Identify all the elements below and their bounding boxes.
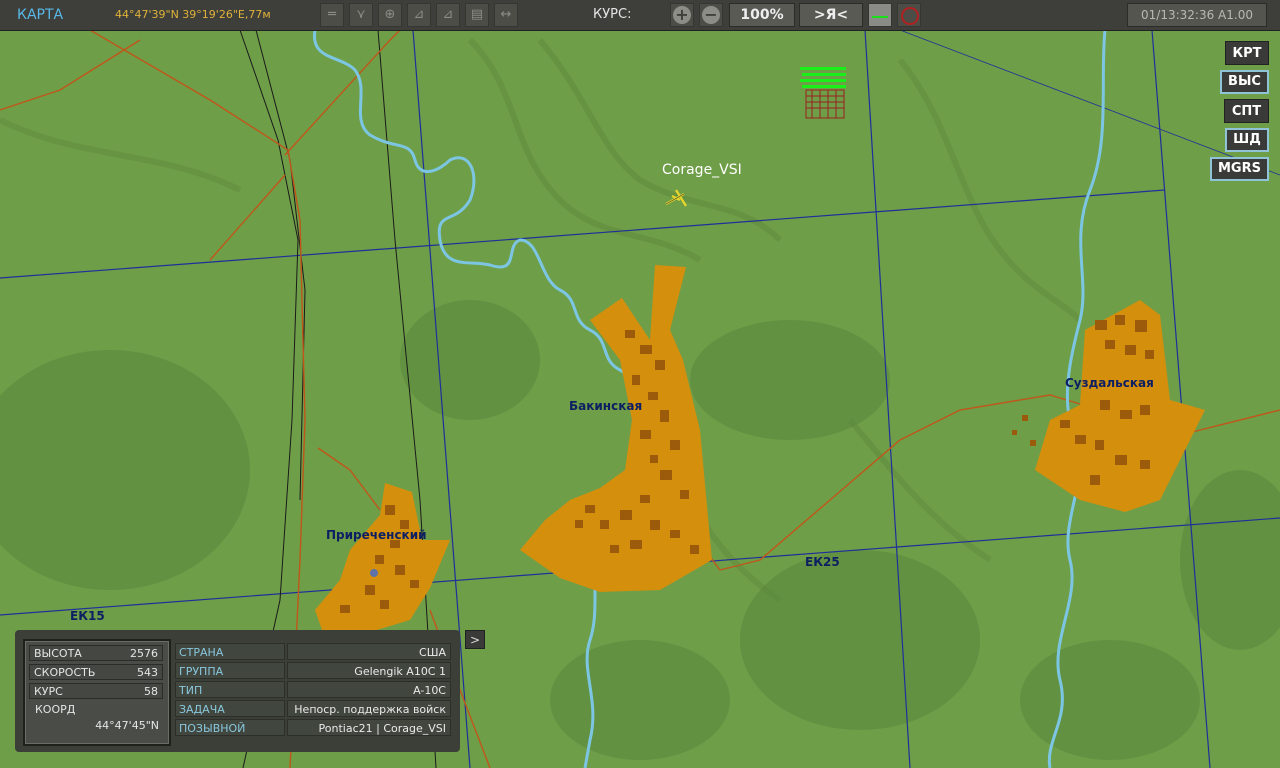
zoom-out-button[interactable]: − xyxy=(699,3,723,27)
grid-label-ek25: ЕК25 xyxy=(805,555,840,569)
type-value: A-10C xyxy=(287,681,451,698)
zoom-in-button[interactable]: + xyxy=(670,3,694,27)
flight-params: ВЫСОТА 2576 СКОРОСТЬ 543 КУРС 58 КООРД 4… xyxy=(23,639,171,746)
heading-row: КУРС 58 xyxy=(29,683,163,699)
zoom-in-icon: + xyxy=(673,6,691,24)
player-label[interactable]: Corage_VSI xyxy=(662,162,742,178)
top-toolbar: КАРТА 44°47'39"N 39°19'26"E,77м ═ ⋎ ⊕ ⊿ … xyxy=(0,0,1280,31)
altitude-value: 2576 xyxy=(130,647,158,660)
type-key: ТИП xyxy=(175,681,285,698)
map-toggle-vys[interactable]: ВЫС xyxy=(1220,70,1269,94)
route-tool-icon[interactable]: ⋎ xyxy=(349,3,373,27)
map-toggle-shd[interactable]: ШД xyxy=(1225,128,1269,152)
speed-key: СКОРОСТЬ xyxy=(34,666,96,679)
stop-icon[interactable] xyxy=(897,3,921,27)
country-key: СТРАНА xyxy=(175,643,285,660)
grid-label-ek15: ЕК15 xyxy=(70,609,105,623)
callsign-value: Pontiac21 | Corage_VSI xyxy=(287,719,451,736)
group-value: Gelengik A10C 1 xyxy=(287,662,451,679)
cursor-coords: 44°47'39"N 39°19'26"E,77м xyxy=(115,8,271,21)
center-on-me-button[interactable]: >Я< xyxy=(799,3,863,27)
info-row-task: ЗАДАЧА Непоср. поддержка войск xyxy=(175,700,451,717)
group-key: ГРУППА xyxy=(175,662,285,679)
map-toggle-spt[interactable]: СПТ xyxy=(1224,99,1269,123)
speed-row: СКОРОСТЬ 543 xyxy=(29,664,163,680)
expand-panel-button[interactable]: > xyxy=(465,630,485,649)
layer-toggle-icon[interactable] xyxy=(868,3,892,27)
info-row-callsign: ПОЗЫВНОЙ Pontiac21 | Corage_VSI xyxy=(175,719,451,736)
speed-value: 543 xyxy=(137,666,158,679)
measure-tool-icon[interactable]: ↔ xyxy=(494,3,518,27)
zoom-out-icon: − xyxy=(702,6,720,24)
zoom-level[interactable]: 100% xyxy=(729,3,795,27)
map-toggle-krt[interactable]: КРТ xyxy=(1225,41,1269,65)
altitude-row: ВЫСОТА 2576 xyxy=(29,645,163,661)
task-value: Непоср. поддержка войск xyxy=(287,700,451,717)
message-tool-icon[interactable]: ▤ xyxy=(465,3,489,27)
coords-key: КООРД xyxy=(35,703,76,716)
ruler-tool-icon[interactable]: ═ xyxy=(320,3,344,27)
town-label-bakinskaya: Бакинская xyxy=(569,399,643,413)
callsign-key: ПОЗЫВНОЙ xyxy=(175,719,285,736)
coords-value: 44°47'45"N xyxy=(95,719,159,732)
unit-info-panel: ВЫСОТА 2576 СКОРОСТЬ 543 КУРС 58 КООРД 4… xyxy=(15,630,460,752)
map-toggle-mgrs[interactable]: MGRS xyxy=(1210,157,1269,181)
altitude-key: ВЫСОТА xyxy=(34,647,82,660)
info-row-type: ТИП A-10C xyxy=(175,681,451,698)
mission-time: 01/13:32:36 A1.00 xyxy=(1127,3,1267,27)
target-tool-icon[interactable]: ⊕ xyxy=(378,3,402,27)
heading-value: 58 xyxy=(144,685,158,698)
course-label: КУРС: xyxy=(593,7,632,22)
coords-row: КООРД 44°47'45"N xyxy=(29,702,163,736)
town-label-suzdalskaya: Суздальская xyxy=(1065,376,1154,390)
info-row-country: СТРАНА США xyxy=(175,643,451,660)
radar-tool-icon[interactable]: ⊿ xyxy=(407,3,431,27)
info-row-group: ГРУППА Gelengik A10C 1 xyxy=(175,662,451,679)
country-value: США xyxy=(287,643,451,660)
mode-label[interactable]: КАРТА xyxy=(17,0,63,30)
task-key: ЗАДАЧА xyxy=(175,700,285,717)
satellite-tool-icon[interactable]: ⊿ xyxy=(436,3,460,27)
heading-key: КУРС xyxy=(34,685,63,698)
town-label-prirechensky: Приреченский xyxy=(326,528,427,542)
